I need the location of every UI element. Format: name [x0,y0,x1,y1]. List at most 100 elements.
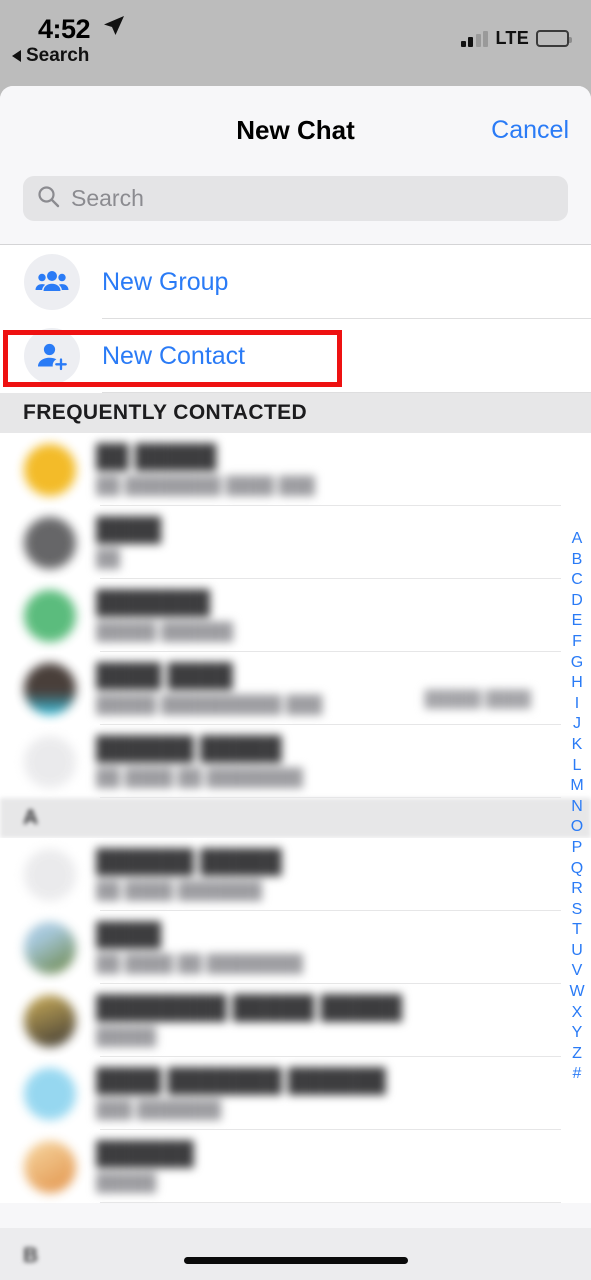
alpha-index-s[interactable]: S [572,900,583,921]
location-arrow-icon [103,15,125,42]
alpha-index-m[interactable]: M [570,776,583,797]
new-contact-label: New Contact [102,341,246,370]
contact-subtitle: ██ ████ ██ ████████ [96,954,303,973]
list-item[interactable]: ██ █████ ██ ████████ ████ ███ [0,433,591,506]
contact-name: ██████ [96,1140,194,1166]
row-separator [100,1202,561,1203]
avatar [24,589,76,642]
alpha-index-r[interactable]: R [571,879,583,900]
list-item[interactable]: ████ ████ █████ ██████████ ███ █████ ███… [0,652,591,725]
avatar [24,1067,76,1120]
alpha-index-z[interactable]: Z [572,1044,582,1065]
contact-subtitle: ███ ███████ [96,1100,222,1119]
person-add-icon [24,328,80,384]
contact-subtitle: █████ ██████ [96,622,234,641]
alphabet-index[interactable]: A B C D E F G H I J K L M N O P Q R S T U V W X Y Z # [563,529,591,1085]
section-header-a: A [0,798,591,838]
contact-list: ██ █████ ██ ████████ ████ ███ ████ ██ ██… [0,433,591,1203]
alpha-index-u[interactable]: U [571,941,583,962]
back-label: Search [26,45,90,66]
contact-name: ████ ███████ ██████ [96,1067,386,1093]
alpha-index-t[interactable]: T [572,920,582,941]
contact-name: ██████ █████ [96,735,282,761]
navigation-bar: New Chat Cancel [0,86,591,176]
contact-subtitle: █████ [96,1027,157,1046]
contact-name: ████████ █████ █████ [96,994,403,1020]
contact-name: ████ [96,516,162,542]
contact-subtitle: █████ [96,1173,157,1192]
list-item[interactable]: ████ ███████ ██████ ███ ███████ [0,1057,591,1130]
list-item[interactable]: ██████ █████ ██ ████ ██ ████████ [0,725,591,798]
alpha-index-b[interactable]: B [572,550,583,571]
list-item[interactable]: ███████ █████ ██████ [0,579,591,652]
alpha-index-y[interactable]: Y [572,1023,583,1044]
avatar [24,516,76,569]
section-header-b: B [23,1244,39,1267]
list-item[interactable]: ████ ██ ████ ██ ████████ [0,911,591,984]
alpha-index-g[interactable]: G [571,653,583,674]
home-indicator[interactable] [183,1257,408,1264]
search-placeholder: Search [71,185,144,211]
alpha-index-e[interactable]: E [572,611,583,632]
group-people-icon [24,254,80,310]
contact-name: ██████ █████ [96,848,282,874]
contact-subtitle: ██ [96,549,121,568]
alpha-index-h[interactable]: H [571,673,583,694]
avatar [24,848,76,901]
search-input[interactable]: Search [23,176,568,221]
alpha-index-n[interactable]: N [571,797,583,818]
search-icon [37,185,60,213]
back-to-search-link[interactable]: Search [12,45,89,67]
avatar [24,443,76,496]
alpha-index-hash[interactable]: # [573,1064,582,1085]
alpha-index-a[interactable]: A [572,529,583,550]
alpha-index-c[interactable]: C [571,570,583,591]
new-group-label: New Group [102,267,229,296]
new-chat-sheet: New Chat Cancel Search New Group New Con… [0,86,591,1280]
home-bar-area: B [0,1228,591,1280]
contact-name: ████ [96,921,162,947]
avatar [24,735,76,788]
alpha-index-d[interactable]: D [571,591,583,612]
list-item[interactable]: ██████ █████ [0,1130,591,1203]
search-bar-container: Search [0,176,591,244]
alpha-index-w[interactable]: W [569,982,584,1003]
alpha-index-k[interactable]: K [572,735,583,756]
list-item[interactable]: ██████ █████ ██ ████ ███████ [0,838,591,911]
new-group-row[interactable]: New Group [0,245,591,319]
list-item[interactable]: ████ ██ [0,506,591,579]
status-indicators: LTE [460,28,572,49]
alpha-index-q[interactable]: Q [571,859,583,880]
avatar [24,662,76,715]
status-time: 4:52 [38,14,91,44]
row-separator [102,392,591,393]
contact-subtitle: ██ ████ ███████ [96,881,263,900]
action-list: New Group New Contact [0,245,591,393]
contact-name: ██ █████ [96,443,217,469]
contact-name: ███████ [96,589,211,615]
section-header-frequently-contacted: FREQUENTLY CONTACTED [0,393,591,433]
signal-strength-icon [460,30,489,47]
alpha-index-f[interactable]: F [572,632,582,653]
alpha-index-x[interactable]: X [572,1003,583,1024]
carrier-tech-label: LTE [495,28,529,48]
alpha-index-l[interactable]: L [573,756,582,777]
contact-subtitle: █████ ██████████ ███ [96,695,323,714]
new-contact-row[interactable]: New Contact [0,319,591,393]
contact-subtitle: ██ ████ ██ ████████ [96,768,303,787]
cancel-button[interactable]: Cancel [491,116,569,145]
alpha-index-o[interactable]: O [571,817,583,838]
battery-icon [536,30,572,47]
avatar [24,1140,76,1193]
back-chevron-icon [12,50,21,62]
alpha-index-v[interactable]: V [572,961,583,982]
avatar [24,921,76,974]
list-item[interactable]: ████████ █████ █████ █████ [0,984,591,1057]
alpha-index-j[interactable]: J [573,714,581,735]
contact-name: ████ ████ [96,662,233,688]
alpha-index-i[interactable]: I [575,694,579,715]
contact-extra: █████ ████ [424,691,531,708]
contact-subtitle: ██ ████████ ████ ███ [96,476,315,495]
status-bar: 4:52 Search LTE [0,0,591,86]
alpha-index-p[interactable]: P [572,838,583,859]
